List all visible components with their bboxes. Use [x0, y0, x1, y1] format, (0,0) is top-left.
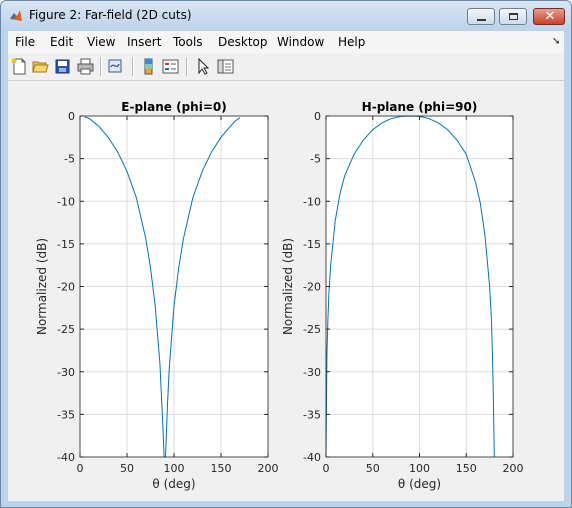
y-tick-label: -25	[303, 323, 321, 336]
x-tick-label: 0	[77, 462, 84, 475]
menu-file[interactable]: File	[15, 35, 35, 49]
menu-insert[interactable]: Insert	[127, 35, 161, 49]
y-tick-label: -15	[57, 238, 75, 251]
x-tick-label: 150	[456, 462, 477, 475]
menu-window[interactable]: Window	[277, 35, 324, 49]
y-tick-label: 0	[314, 110, 321, 123]
minimize-icon	[477, 19, 486, 21]
axes-title: E-plane (phi=0)	[121, 100, 226, 114]
toolbar-separator	[100, 57, 102, 76]
figure-client-area: File Edit View Insert Tools Desktop Wind…	[8, 31, 564, 501]
x-tick-label: 200	[503, 462, 524, 475]
maximize-icon	[509, 13, 518, 20]
y-tick-label: -25	[57, 323, 75, 336]
close-icon: ✕	[544, 9, 556, 24]
axes-h-plane[interactable]: 0 50 100 150 200 0 -5 -10 -15 -20 -25 -30 -35 -40 H-pl…	[281, 100, 524, 491]
y-tick-label: -5	[64, 153, 75, 166]
y-tick-label: -35	[57, 408, 75, 421]
figure-window: Figure 2: Far-field (2D cuts) ✕ File Edi…	[0, 0, 572, 508]
toolbar-separator	[186, 57, 188, 76]
maximize-button[interactable]	[499, 8, 527, 25]
x-tick-label: 50	[366, 462, 380, 475]
y-tick-label: -15	[303, 238, 321, 251]
axes-title: H-plane (phi=90)	[362, 100, 478, 114]
x-tick-label: 0	[323, 462, 330, 475]
y-tick-label: -40	[57, 451, 75, 464]
y-tick-label: -30	[57, 366, 75, 379]
y-tick-label: -20	[57, 281, 75, 294]
window-title: Figure 2: Far-field (2D cuts)	[29, 8, 192, 22]
property-inspector-icon[interactable]	[216, 57, 235, 76]
y-tick-label: -40	[303, 451, 321, 464]
y-tick-label: 0	[68, 110, 75, 123]
menu-tools[interactable]: Tools	[173, 35, 203, 49]
axes-e-plane[interactable]: 0 50 100 150 200 0 -5 -10 -15 -20 -25 -30 -35 -40 E-pl…	[35, 100, 279, 491]
open-file-icon[interactable]	[31, 57, 50, 76]
figure-toolbar	[8, 53, 564, 81]
menu-help[interactable]: Help	[338, 35, 365, 49]
close-button[interactable]: ✕	[533, 8, 565, 25]
matlab-logo-icon	[10, 10, 22, 21]
y-tick-label: -20	[303, 281, 321, 294]
x-tick-label: 50	[120, 462, 134, 475]
legend-icon[interactable]	[161, 57, 180, 76]
print-icon[interactable]	[76, 57, 95, 76]
y-tick-label: -10	[57, 195, 75, 208]
y-axis-label: Normalized (dB)	[281, 238, 295, 335]
toolbar-separator	[132, 57, 134, 76]
x-tick-label: 100	[164, 462, 185, 475]
minimize-button[interactable]	[467, 8, 495, 25]
y-tick-label: -10	[303, 195, 321, 208]
y-tick-label: -35	[303, 408, 321, 421]
y-tick-label: -5	[310, 153, 321, 166]
edit-plot-arrow-icon[interactable]	[194, 57, 213, 76]
x-tick-label: 100	[409, 462, 430, 475]
title-bar[interactable]: Figure 2: Far-field (2D cuts) ✕	[1, 1, 571, 31]
menu-edit[interactable]: Edit	[50, 35, 73, 49]
dock-figure-icon[interactable]: ➘	[552, 36, 560, 47]
y-axis-label: Normalized (dB)	[35, 238, 49, 335]
x-axis-label: θ (deg)	[398, 477, 441, 491]
menu-bar: File Edit View Insert Tools Desktop Wind…	[8, 31, 564, 53]
save-icon[interactable]	[53, 57, 72, 76]
x-tick-label: 200	[258, 462, 279, 475]
x-axis-label: θ (deg)	[152, 477, 195, 491]
menu-desktop[interactable]: Desktop	[218, 35, 268, 49]
new-figure-icon[interactable]	[10, 57, 29, 76]
figure-canvas: 0 50 100 150 200 0 -5 -10 -15 -20 -25 -30 -35 -40 E-pl…	[8, 81, 564, 501]
plot-area: 0 50 100 150 200 0 -5 -10 -15 -20 -25 -30 -35 -40 E-pl…	[35, 100, 524, 491]
link-plot-icon[interactable]	[106, 57, 125, 76]
colorbar-icon[interactable]	[139, 57, 158, 76]
menu-view[interactable]: View	[87, 35, 115, 49]
x-tick-label: 150	[211, 462, 232, 475]
y-tick-label: -30	[303, 366, 321, 379]
